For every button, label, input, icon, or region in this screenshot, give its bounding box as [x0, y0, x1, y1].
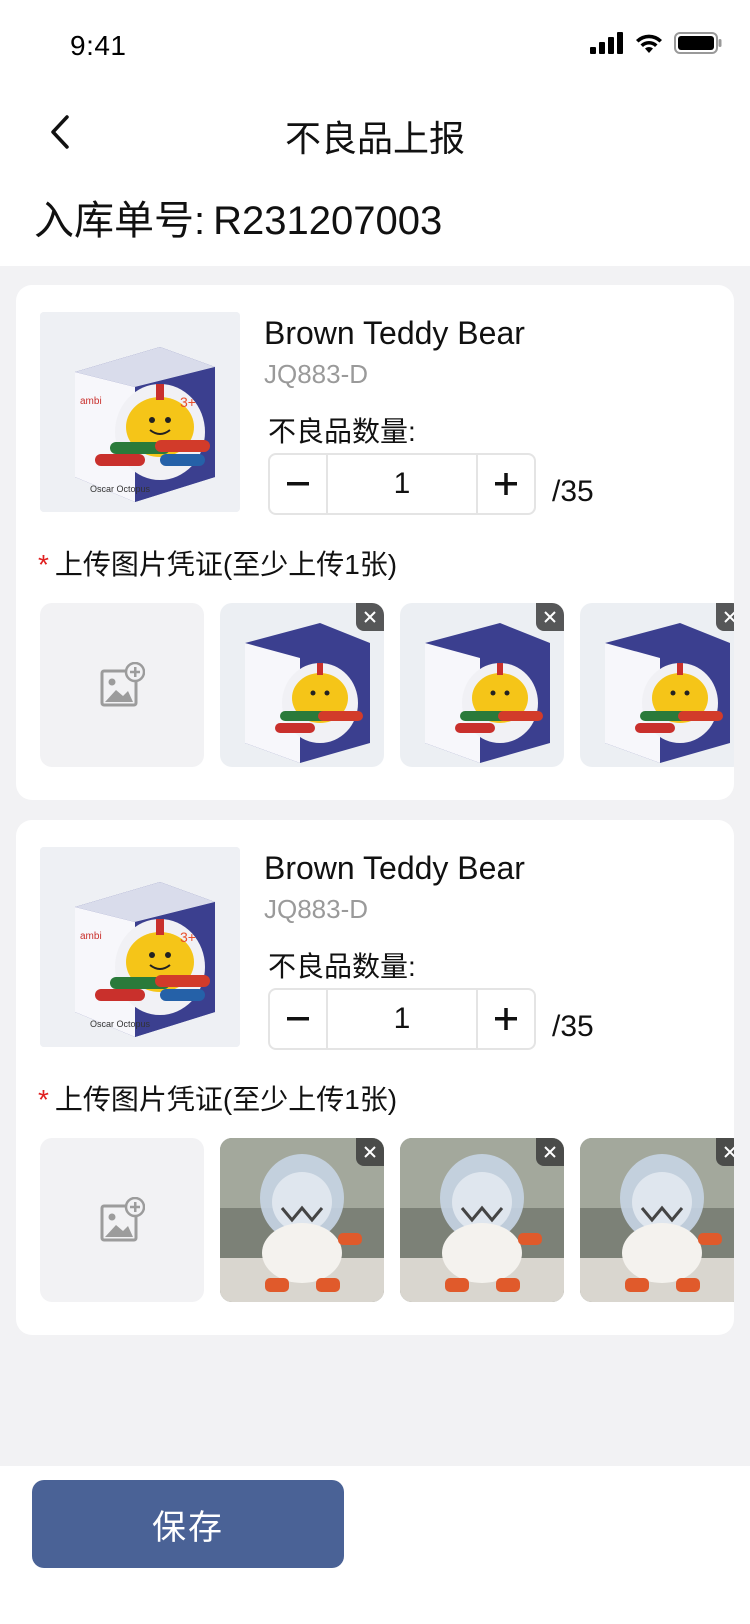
delete-photo-button[interactable]: [356, 1138, 384, 1166]
required-mark: *: [38, 1084, 49, 1115]
uploaded-photo[interactable]: [400, 603, 564, 767]
minus-icon: [287, 482, 309, 486]
upload-label: * 上传图片凭证(至少上传1张): [38, 1078, 397, 1118]
upload-label-text: 上传图片凭证(至少上传1张): [54, 1084, 398, 1115]
decrease-button[interactable]: [270, 455, 328, 513]
product-name: Brown Teddy Bear: [264, 315, 525, 351]
svg-text:3+: 3+: [180, 929, 196, 945]
uploaded-photo[interactable]: [400, 1138, 564, 1302]
close-icon: [724, 1146, 734, 1158]
quantity-stepper: 1: [268, 453, 536, 515]
close-icon: [364, 611, 376, 623]
upload-label-text: 上传图片凭证(至少上传1张): [54, 549, 398, 580]
plus-icon: [495, 1008, 517, 1030]
upload-label: * 上传图片凭证(至少上传1张): [38, 543, 397, 583]
defect-quantity-label: 不良品数量:: [268, 416, 416, 447]
quantity-stepper: 1: [268, 988, 536, 1050]
close-icon: [364, 1146, 376, 1158]
delete-photo-button[interactable]: [356, 603, 384, 631]
status-time: 9:41: [70, 30, 127, 61]
wifi-icon: [636, 34, 662, 53]
close-icon: [544, 611, 556, 623]
svg-text:ambi: ambi: [80, 396, 102, 407]
svg-text:Oscar Octopus: Oscar Octopus: [90, 484, 151, 494]
svg-text:ambi: ambi: [80, 931, 102, 942]
quantity-input[interactable]: 1: [328, 990, 476, 1048]
decrease-button[interactable]: [270, 990, 328, 1048]
close-icon: [724, 611, 734, 623]
svg-text:Oscar Octopus: Oscar Octopus: [90, 1019, 151, 1029]
uploaded-photo[interactable]: [220, 603, 384, 767]
quantity-input[interactable]: 1: [328, 455, 476, 513]
signal-icon: [590, 32, 623, 54]
order-number-value: R231207003: [213, 199, 443, 243]
delete-photo-button[interactable]: [536, 603, 564, 631]
order-number-label: 入库单号:: [34, 199, 206, 243]
status-icons: [590, 32, 722, 54]
status-bar: 9:41: [0, 0, 750, 88]
photo-list: [40, 1138, 734, 1302]
close-icon: [544, 1146, 556, 1158]
quantity-total: /35: [552, 1010, 594, 1043]
product-sku: JQ883-D: [264, 359, 369, 389]
quantity-total: /35: [552, 475, 594, 508]
product-name: Brown Teddy Bear: [264, 850, 525, 886]
plus-icon: [495, 473, 517, 495]
add-photo-button[interactable]: [40, 603, 204, 767]
delete-photo-button[interactable]: [716, 1138, 734, 1166]
footer-bar: 保存: [0, 1466, 750, 1624]
defect-item-card: Oscar Octopus ambi 3+ Brown Teddy Bear J…: [16, 285, 734, 800]
defect-item-card: Oscar Octopus ambi 3+ Brown Teddy Bear J…: [16, 820, 734, 1335]
image-add-icon: [100, 662, 145, 707]
save-button[interactable]: 保存: [32, 1480, 344, 1568]
defect-quantity-label: 不良品数量:: [268, 951, 416, 982]
battery-icon: [674, 32, 722, 54]
minus-icon: [287, 1017, 309, 1021]
order-number: 入库单号: R231207003: [34, 188, 442, 246]
uploaded-photo[interactable]: [580, 1138, 734, 1302]
svg-text:3+: 3+: [180, 394, 196, 410]
delete-photo-button[interactable]: [536, 1138, 564, 1166]
uploaded-photo[interactable]: [220, 1138, 384, 1302]
increase-button[interactable]: [476, 990, 534, 1048]
photo-list: [40, 603, 734, 767]
nav-bar: 不良品上报: [0, 88, 750, 176]
add-photo-button[interactable]: [40, 1138, 204, 1302]
product-sku: JQ883-D: [264, 894, 369, 924]
delete-photo-button[interactable]: [716, 603, 734, 631]
image-add-icon: [100, 1197, 145, 1242]
increase-button[interactable]: [476, 455, 534, 513]
product-image: Oscar Octopus ambi 3+: [40, 312, 240, 512]
product-image: Oscar Octopus ambi 3+: [40, 847, 240, 1047]
uploaded-photo[interactable]: [580, 603, 734, 767]
required-mark: *: [38, 549, 49, 580]
page-title: 不良品上报: [284, 118, 465, 159]
